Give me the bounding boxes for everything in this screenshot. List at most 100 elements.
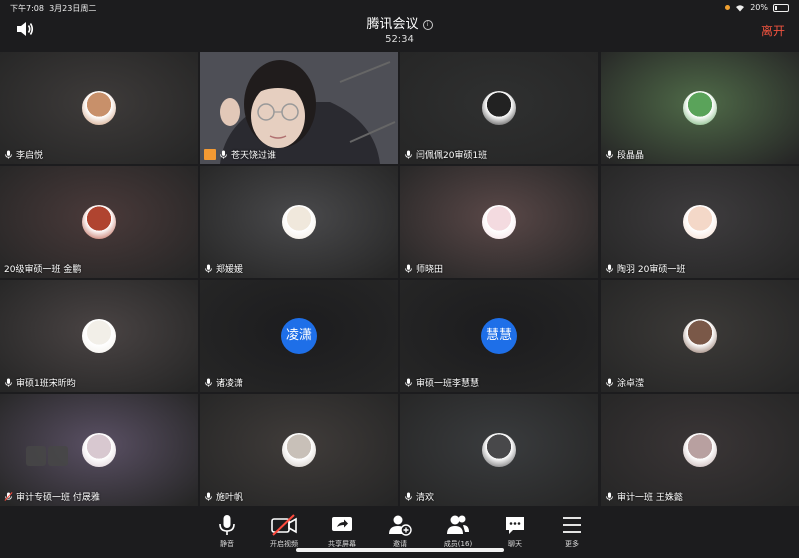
participant-label: 清欢 [404,490,434,503]
invite-button[interactable]: 邀请 [375,514,425,549]
participant-initials-avatar: 慧慧 [481,318,517,354]
participant-label: 审计专硕一班 付晟雅 [4,490,100,503]
participant-name: 段晶晶 [617,151,645,161]
share-screen-icon [332,517,352,531]
chat-button[interactable]: 聊天 [490,514,540,549]
participant-tile[interactable]: 慧慧审硕一班李慧慧 [400,280,598,392]
meeting-title-area: 腾讯会议 i 52:34 [0,13,799,45]
participant-label: 段晶晶 [605,148,644,161]
wifi-icon [736,4,745,11]
meeting-header: 腾讯会议 i 52:34 离开 [0,12,799,46]
participant-avatar [82,319,116,353]
info-icon[interactable]: i [422,20,433,30]
home-indicator[interactable] [296,548,504,552]
participant-label: 李启悦 [4,148,43,161]
participant-avatar [482,91,516,125]
participant-tile[interactable]: 凌潇诸凌潇 [200,280,398,392]
microphone-icon [606,264,613,273]
participant-name: 闫佩佩20审硕1班 [416,151,488,161]
meeting-title: 腾讯会议 [366,17,419,32]
participant-avatar [683,91,717,125]
participant-tile[interactable]: 20级审硕一班 金鹏 [0,166,198,278]
mute-label: 静音 [220,540,234,548]
participant-name: 审硕1班宋昕昀 [16,379,76,389]
participant-tile[interactable]: 陶羽 20审硕一班 [601,166,799,278]
participant-tile[interactable]: 审硕1班宋昕昀 [0,280,198,392]
microphone-icon [606,150,613,159]
camera-off-icon [271,514,297,536]
microphone-icon [205,264,212,273]
participant-label: 郑媛媛 [204,262,243,275]
participant-label: 审硕1班宋昕昀 [4,376,76,389]
participant-tile[interactable]: 师晓田 [400,166,598,278]
participant-label: 施叶帆 [204,490,243,503]
participant-tile[interactable]: 闫佩佩20审硕1班 [400,52,598,164]
participant-tile[interactable]: 施叶帆 [200,394,398,506]
participant-tile[interactable]: 审计一班 王姝懿 [601,394,799,506]
participant-label: 苍天饶过谁 [204,148,276,161]
more-menu-icon [563,517,581,533]
battery-icon [773,3,789,12]
participant-avatar [82,205,116,239]
participant-name: 苍天饶过谁 [231,151,277,161]
tile-hover-controls [26,446,68,466]
participant-label: 审硕一班李慧慧 [404,376,479,389]
participant-name: 李启悦 [16,151,44,161]
participant-name: 陶羽 20审硕一班 [617,265,686,275]
participant-avatar [683,205,717,239]
battery-percent: 20% [750,3,768,12]
microphone-muted-icon [4,492,13,501]
leave-button[interactable]: 离开 [761,22,785,39]
microphone-icon [205,378,212,387]
microphone-icon [606,378,613,387]
more-label: 更多 [565,540,579,548]
participant-label: 涂卓滢 [605,376,644,389]
participant-tile[interactable]: 郑媛媛 [200,166,398,278]
participant-name: 20级审硕一班 金鹏 [4,265,82,275]
participant-avatar [482,205,516,239]
participant-tile[interactable]: 清欢 [400,394,598,506]
participant-avatar [282,205,316,239]
participant-avatar [683,433,717,467]
participant-initials-avatar: 凌潇 [281,318,317,354]
participant-tile[interactable]: 涂卓滢 [601,280,799,392]
members-icon [447,515,469,534]
participant-tile[interactable]: 李启悦 [0,52,198,164]
participant-name: 涂卓滢 [617,379,645,389]
microphone-icon [405,150,412,159]
microphone-icon [5,150,12,159]
more-button[interactable]: 更多 [547,514,597,549]
microphone-icon [405,378,412,387]
participant-name: 施叶帆 [216,493,244,503]
participant-name: 审计专硕一班 付晟雅 [16,493,100,503]
start-video-button[interactable]: 开启视频 [259,514,309,549]
participant-label: 诸凌潇 [204,376,243,389]
participant-avatar [82,91,116,125]
invite-user-icon [389,515,412,536]
members-button[interactable]: 成员(16) [433,514,483,549]
mute-button[interactable]: 静音 [202,514,252,549]
microphone-icon [606,492,613,501]
status-right: 20% [725,3,789,12]
participant-avatar [82,433,116,467]
recording-dot-icon [725,5,731,10]
participant-tile[interactable]: 苍天饶过谁 [200,52,398,164]
participant-avatar [683,319,717,353]
share-screen-button[interactable]: 共享屏幕 [317,514,367,549]
participant-name: 审计一班 王姝懿 [617,493,683,503]
microphone-icon [220,150,227,159]
message-icon[interactable] [48,446,68,466]
microphone-icon [5,378,12,387]
participant-tile[interactable]: 审计专硕一班 付晟雅 [0,394,198,506]
microphone-icon [205,492,212,501]
participant-name: 清欢 [416,493,435,503]
participant-label: 陶羽 20审硕一班 [605,262,685,275]
participant-avatar [482,433,516,467]
participant-label: 审计一班 王姝懿 [605,490,683,503]
chat-icon [506,517,524,534]
participant-name: 师晓田 [416,265,444,275]
participant-label: 20级审硕一班 金鹏 [4,262,81,275]
participant-label: 师晓田 [404,262,443,275]
participant-tile[interactable]: 段晶晶 [601,52,799,164]
reaction-icon[interactable] [26,446,46,466]
